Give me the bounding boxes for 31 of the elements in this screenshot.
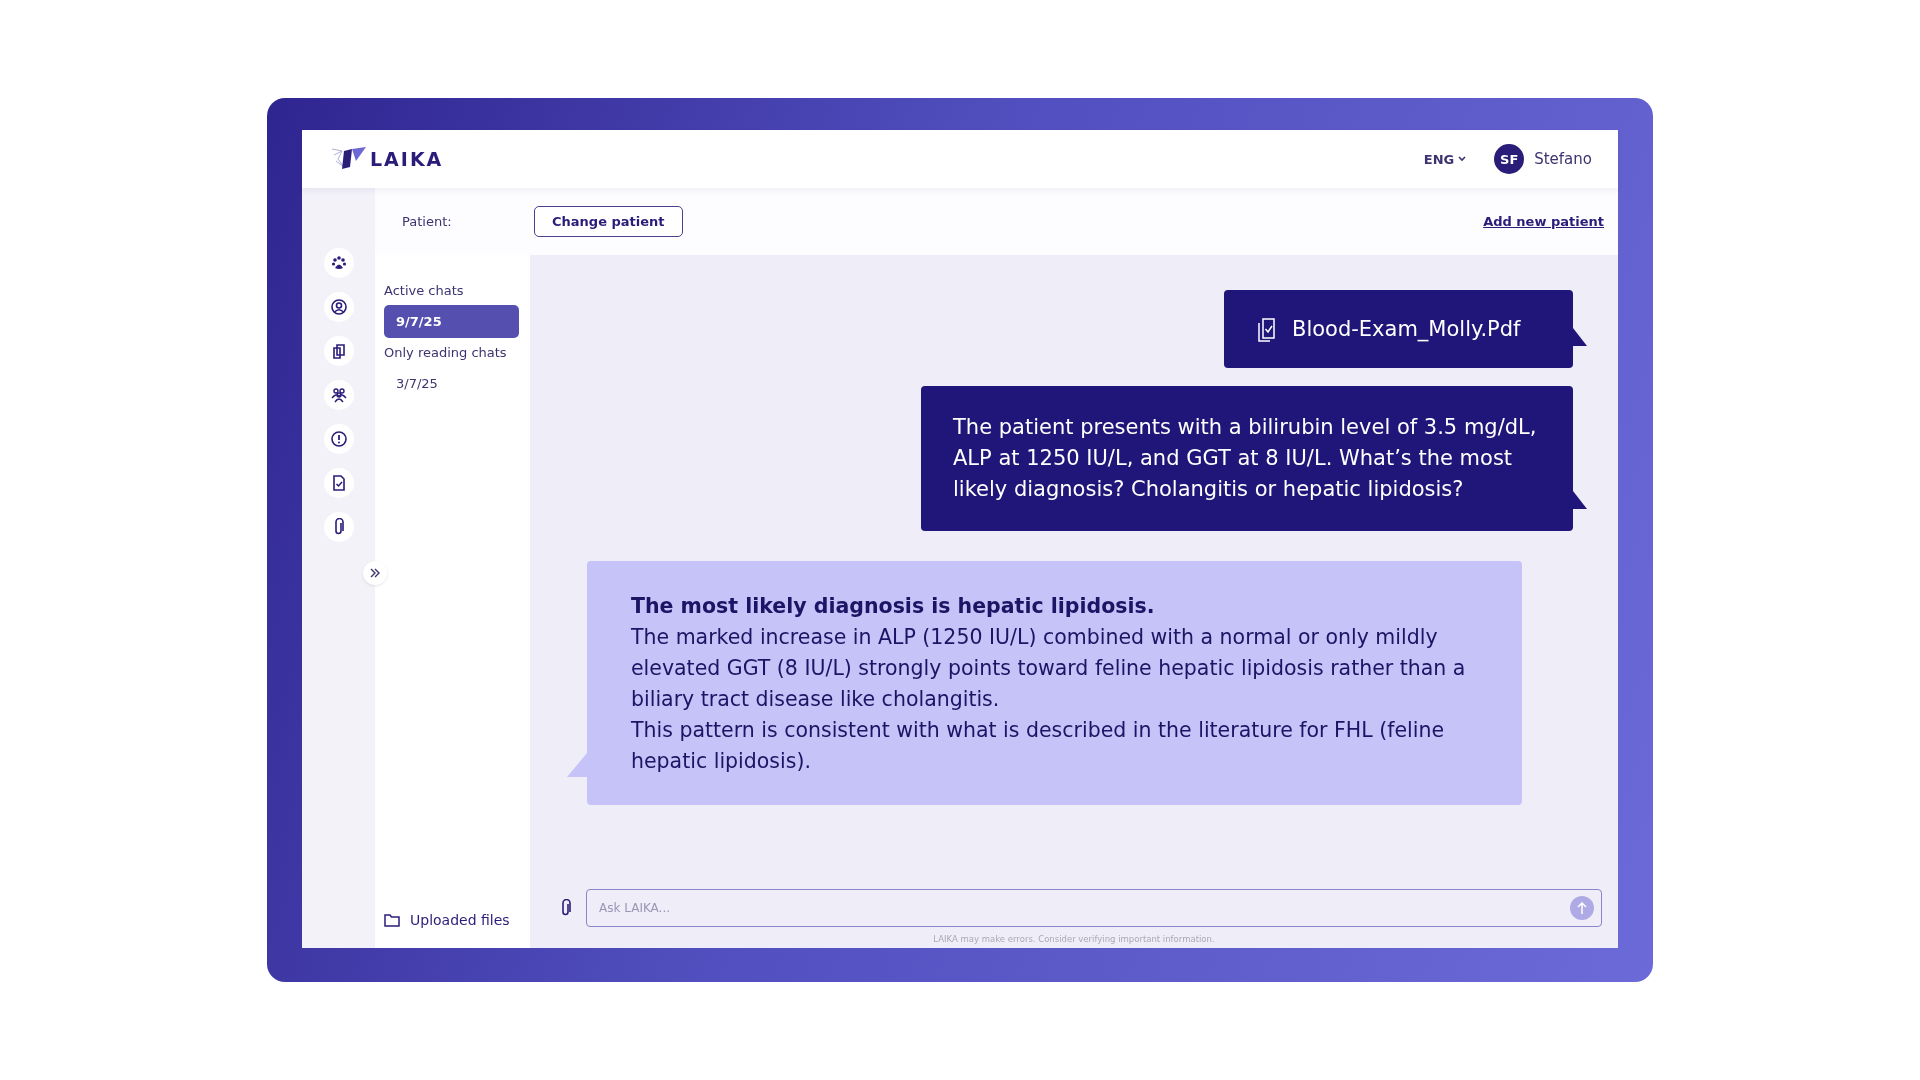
uploaded-files-link[interactable]: Uploaded files bbox=[384, 912, 522, 928]
alert-icon[interactable] bbox=[323, 424, 354, 454]
caret-icon[interactable] bbox=[1458, 156, 1467, 162]
documents-icon[interactable] bbox=[323, 336, 354, 366]
section-title: Only reading chats bbox=[384, 345, 508, 360]
user-name[interactable]: Stefano bbox=[1534, 150, 1592, 168]
user-circle-icon[interactable] bbox=[323, 292, 354, 322]
change-patient-button[interactable]: Change patient bbox=[534, 206, 683, 237]
paw-icon[interactable] bbox=[323, 248, 354, 278]
add-new-patient-link[interactable]: Add new patient bbox=[1483, 214, 1604, 229]
chat-item[interactable]: 9/7/25 bbox=[384, 305, 519, 338]
message-input[interactable]: Ask LAIKA... bbox=[586, 889, 1602, 927]
expand-icon[interactable] bbox=[363, 561, 387, 585]
chat-item[interactable]: 3/7/25 bbox=[384, 367, 519, 400]
group-icon[interactable] bbox=[323, 380, 354, 410]
user-avatar[interactable]: SF bbox=[1494, 144, 1525, 174]
answer-paragraph: This pattern is consistent with what is described in the literature for FHL (feline hepatic lipidosis). bbox=[631, 717, 1446, 775]
language-selector[interactable]: ENG bbox=[1423, 151, 1467, 167]
file-check-icon[interactable] bbox=[323, 468, 354, 498]
section-title: Active chats bbox=[384, 283, 465, 298]
attach-icon[interactable] bbox=[560, 899, 572, 917]
file-check-icon bbox=[1256, 316, 1278, 342]
answer-paragraph: The marked increase in ALP (1250 IU/L) combined with a normal or only mildly elevated GGT (8 IU/L) strongly points toward feline hepatic lipidosis rather than a biliary tract disease like cholangitis. bbox=[631, 624, 1467, 713]
logo-text: LAIKA bbox=[370, 148, 444, 170]
folder-icon[interactable] bbox=[384, 913, 400, 927]
disclaimer-text: LAIKA may make errors. Consider verifying important information. bbox=[932, 933, 1216, 946]
paperclip-icon[interactable] bbox=[323, 512, 354, 542]
file-name[interactable]: Blood-Exam_Molly.Pdf bbox=[1292, 317, 1521, 341]
answer-heading: The most likely diagnosis is hepatic lipidosis. bbox=[631, 593, 1156, 620]
patient-label: Patient: bbox=[402, 214, 453, 229]
message-text: The patient presents with a bilirubin level of 3.5 mg/dL, ALP at 1250 IU/L, and GGT at 8 IU/L. What’s the most likely diagnosis? Cholangitis or hepatic lipidosis? bbox=[952, 414, 1538, 503]
